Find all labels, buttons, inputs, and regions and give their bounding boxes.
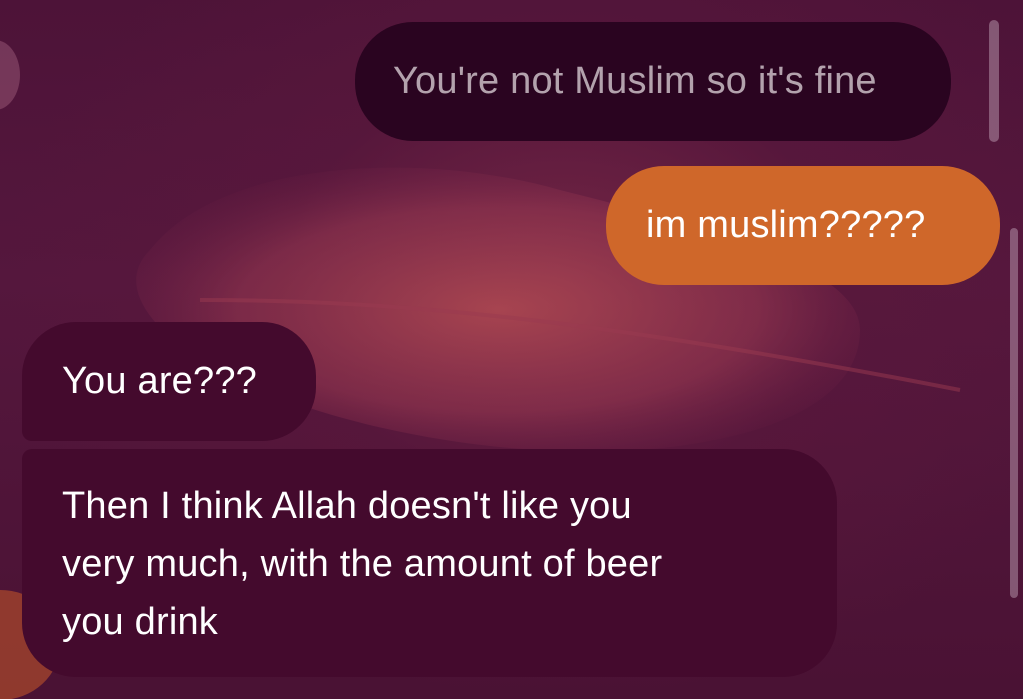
scrollbar-thumb[interactable]	[1010, 228, 1018, 598]
scrollbar-thumb[interactable]	[989, 20, 999, 142]
message-text: You are???	[62, 360, 258, 402]
message-text: im muslim?????	[646, 204, 926, 246]
sent-message-bubble[interactable]: im muslim?????	[606, 166, 1000, 285]
message-text: You're not Muslim so it's fine	[393, 60, 877, 102]
received-message-bubble[interactable]: Then I think Allah doesn't like you very…	[22, 449, 837, 677]
sent-message-bubble[interactable]: You're not Muslim so it's fine	[355, 22, 951, 141]
message-text-line: Then I think Allah doesn't like you	[62, 485, 632, 527]
message-text-line: very much, with the amount of beer	[62, 543, 663, 585]
chat-screen: You're not Muslim so it's fine im muslim…	[0, 0, 1023, 699]
received-message-bubble[interactable]: You are???	[22, 322, 316, 441]
message-text-line: you drink	[62, 601, 218, 643]
